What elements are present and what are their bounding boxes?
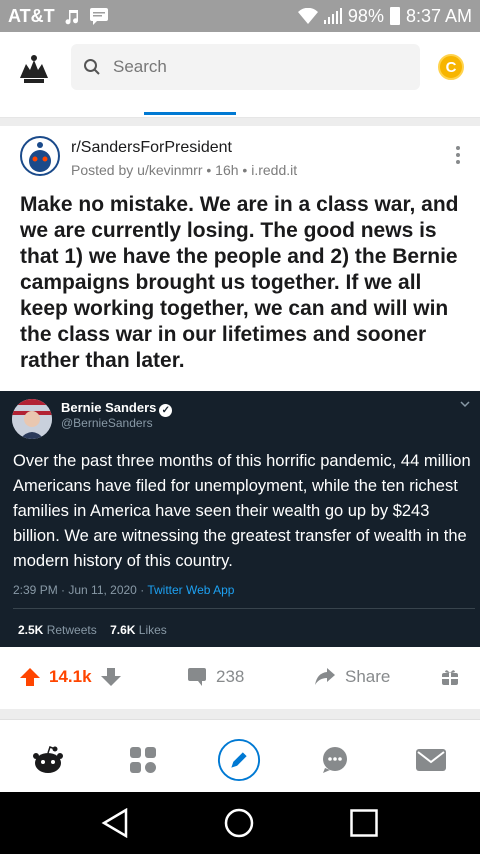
wifi-icon [297,8,318,24]
battery-icon [389,7,400,25]
likes-count: 7.6K [110,623,136,637]
bernie-avatar-icon [12,399,52,439]
nav-chat[interactable] [313,738,357,782]
reddit-home-icon [33,746,63,773]
divider [0,709,480,719]
tweet-handle: @BernieSanders [61,416,153,430]
post-action-bar: 14.1k 238 Share [0,647,480,709]
coin-icon: C [445,58,457,76]
coins-button[interactable]: C [438,54,464,80]
verified-icon: ✓ [159,404,173,417]
retweets-count: 2.5K [18,623,44,637]
comments-button[interactable]: 238 [188,667,244,687]
status-bar: AT&T 98% 8:37 AM [0,0,480,32]
tweet-image[interactable]: Bernie Sanders ✓ @BernieSanders Over the … [0,391,480,647]
mail-icon [416,749,446,771]
tweet-timestamp: 2:39 PM · Jun 11, 2020 · Twitter Web App [13,583,234,597]
tweet-author-label: Bernie Sanders [61,400,157,415]
active-tab-indicator [144,112,236,115]
community-avatar-icon[interactable] [16,52,52,86]
grid-icon [130,747,156,773]
app-header: Search C [0,32,480,118]
tweet-stats: 2.5K Retweets 7.6K Likes [18,623,167,637]
signal-icon [323,8,342,24]
share-label: Share [345,667,391,686]
post-meta: Posted by u/kevinmrr • 16h • i.redd.it [71,162,298,178]
system-nav-bar [0,792,480,854]
battery-percent: 98% [347,5,384,26]
divider [0,118,480,126]
chevron-down-icon [460,401,470,408]
search-icon [84,59,100,75]
comment-icon [188,668,206,686]
comment-count: 238 [216,667,245,686]
tweet-text: Over the past three months of this horri… [13,452,471,570]
tweet-avatar [12,399,52,439]
downvote-icon[interactable] [100,668,121,686]
bottom-nav [0,726,480,792]
subreddit-name[interactable]: r/SandersForPresident [71,139,232,157]
chat-icon [323,747,347,773]
post-title[interactable]: Make no mistake. We are in a class war, … [20,192,468,374]
search-placeholder: Search [113,57,167,76]
search-input[interactable]: Search [71,44,420,90]
nav-communities[interactable] [121,738,165,782]
nav-home[interactable] [26,738,70,782]
tweet-app-label: Twitter Web App [147,583,235,597]
share-icon [315,668,335,685]
back-icon[interactable] [101,808,129,838]
music-icon [65,10,78,25]
retweets-label: Retweets [46,623,97,637]
clock: 8:37 AM [405,5,472,26]
vote-group: 14.1k [20,667,121,687]
message-icon [89,8,108,25]
vote-count: 14.1k [49,667,92,686]
award-icon[interactable] [441,668,459,686]
likes-label: Likes [138,623,167,637]
tweet-divider [13,608,475,609]
upvote-icon[interactable] [20,668,40,686]
nav-create-post[interactable] [217,738,261,782]
tweet-author-name: Bernie Sanders ✓ [61,400,173,417]
tweet-time-label: 2:39 PM · Jun 11, 2020 · [13,583,148,597]
pencil-icon [217,738,261,782]
home-icon[interactable] [224,808,254,838]
carrier-label: AT&T [8,5,55,26]
recents-icon[interactable] [350,809,378,837]
next-post-edge [0,719,480,726]
more-options-icon[interactable] [456,146,460,164]
nav-inbox[interactable] [409,738,453,782]
share-button[interactable]: Share [315,667,390,687]
subreddit-avatar-icon[interactable] [20,136,60,176]
